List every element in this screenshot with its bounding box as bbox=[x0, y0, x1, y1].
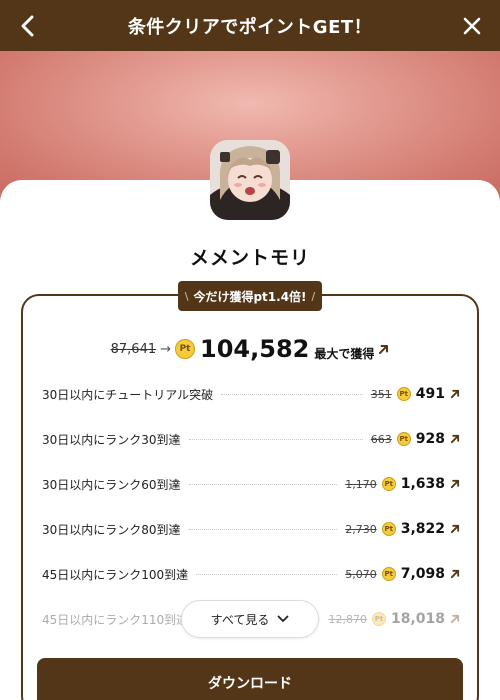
chevron-down-icon bbox=[277, 615, 289, 623]
condition-old-points: 12,870 bbox=[328, 612, 367, 626]
tag-decoration: / bbox=[311, 289, 316, 303]
dotted-leader bbox=[188, 438, 363, 440]
close-button[interactable] bbox=[458, 12, 486, 40]
see-all-label: すべて見る bbox=[210, 612, 270, 627]
pt-coin-icon: Pt bbox=[381, 477, 396, 491]
chevron-left-icon bbox=[21, 15, 34, 37]
total-points: 87,641 → Pt 104,582 最大で獲得 bbox=[0, 333, 500, 365]
arrow-up-right-icon bbox=[450, 569, 460, 579]
condition-row: 30日以内にランク30到達 663 Pt 928 bbox=[42, 429, 460, 449]
arrow-up-right-icon bbox=[450, 614, 460, 624]
pt-coin-icon: Pt bbox=[175, 339, 196, 359]
condition-row: 30日以内にランク80到達 2,730 Pt 3,822 bbox=[42, 519, 460, 539]
download-label: ダウンロード bbox=[208, 676, 292, 692]
page-title: 条件クリアでポイントGET！ bbox=[127, 16, 373, 38]
total-old-points: 87,641 bbox=[110, 341, 157, 357]
see-all-button[interactable]: すべて見る bbox=[181, 600, 319, 638]
condition-label: 45日以内にランク110到達 bbox=[42, 612, 189, 627]
arrow-right-icon: → bbox=[160, 341, 172, 357]
condition-points: 928 bbox=[415, 431, 445, 447]
condition-points: 18,018 bbox=[390, 611, 445, 627]
dotted-leader bbox=[196, 573, 338, 575]
header-bar: 条件クリアでポイントGET！ bbox=[0, 0, 500, 51]
pt-coin-icon: Pt bbox=[371, 612, 386, 626]
total-points-value: 104,582 bbox=[200, 335, 310, 363]
condition-row: 45日以内にランク100到達 5,070 Pt 7,098 bbox=[42, 564, 460, 584]
app-icon bbox=[210, 140, 290, 220]
arrow-up-right-icon bbox=[450, 434, 460, 444]
pt-coin-icon: Pt bbox=[381, 567, 396, 581]
condition-label: 30日以内にチュートリアル突破 bbox=[42, 387, 214, 402]
pt-coin-icon: Pt bbox=[396, 432, 411, 446]
dotted-leader bbox=[188, 528, 338, 530]
total-points-suffix: 最大で獲得 bbox=[314, 346, 375, 361]
condition-label: 45日以内にランク100到達 bbox=[42, 567, 189, 582]
condition-points: 3,822 bbox=[400, 521, 445, 537]
condition-old-points: 1,170 bbox=[345, 477, 377, 491]
arrow-up-right-icon bbox=[378, 344, 389, 355]
arrow-up-right-icon bbox=[450, 479, 460, 489]
condition-label: 30日以内にランク60到達 bbox=[42, 477, 181, 492]
app-name: メメントモリ bbox=[189, 247, 310, 269]
condition-old-points: 351 bbox=[370, 387, 392, 401]
condition-old-points: 663 bbox=[370, 432, 392, 446]
promo-tag: \ 今だけ獲得pt1.4倍! / bbox=[178, 281, 322, 311]
condition-points: 491 bbox=[415, 386, 445, 402]
promo-tag-label: 今だけ獲得pt1.4倍! bbox=[193, 289, 307, 304]
download-button[interactable]: ダウンロード bbox=[37, 658, 463, 700]
condition-points: 7,098 bbox=[400, 566, 445, 582]
condition-row: 30日以内にチュートリアル突破 351 Pt 491 bbox=[42, 384, 460, 404]
condition-points: 1,638 bbox=[400, 476, 445, 492]
tag-decoration: \ bbox=[184, 289, 189, 303]
condition-label: 30日以内にランク80到達 bbox=[42, 522, 181, 537]
dotted-leader bbox=[221, 393, 363, 395]
pt-coin-icon: Pt bbox=[381, 522, 396, 536]
back-button[interactable] bbox=[14, 12, 42, 40]
arrow-up-right-icon bbox=[450, 389, 460, 399]
close-icon bbox=[463, 17, 481, 35]
condition-old-points: 2,730 bbox=[345, 522, 377, 536]
condition-old-points: 5,070 bbox=[345, 567, 377, 581]
condition-label: 30日以内にランク30到達 bbox=[42, 432, 181, 447]
pt-coin-icon: Pt bbox=[396, 387, 411, 401]
dotted-leader bbox=[188, 483, 338, 485]
condition-row: 30日以内にランク60到達 1,170 Pt 1,638 bbox=[42, 474, 460, 494]
arrow-up-right-icon bbox=[450, 524, 460, 534]
